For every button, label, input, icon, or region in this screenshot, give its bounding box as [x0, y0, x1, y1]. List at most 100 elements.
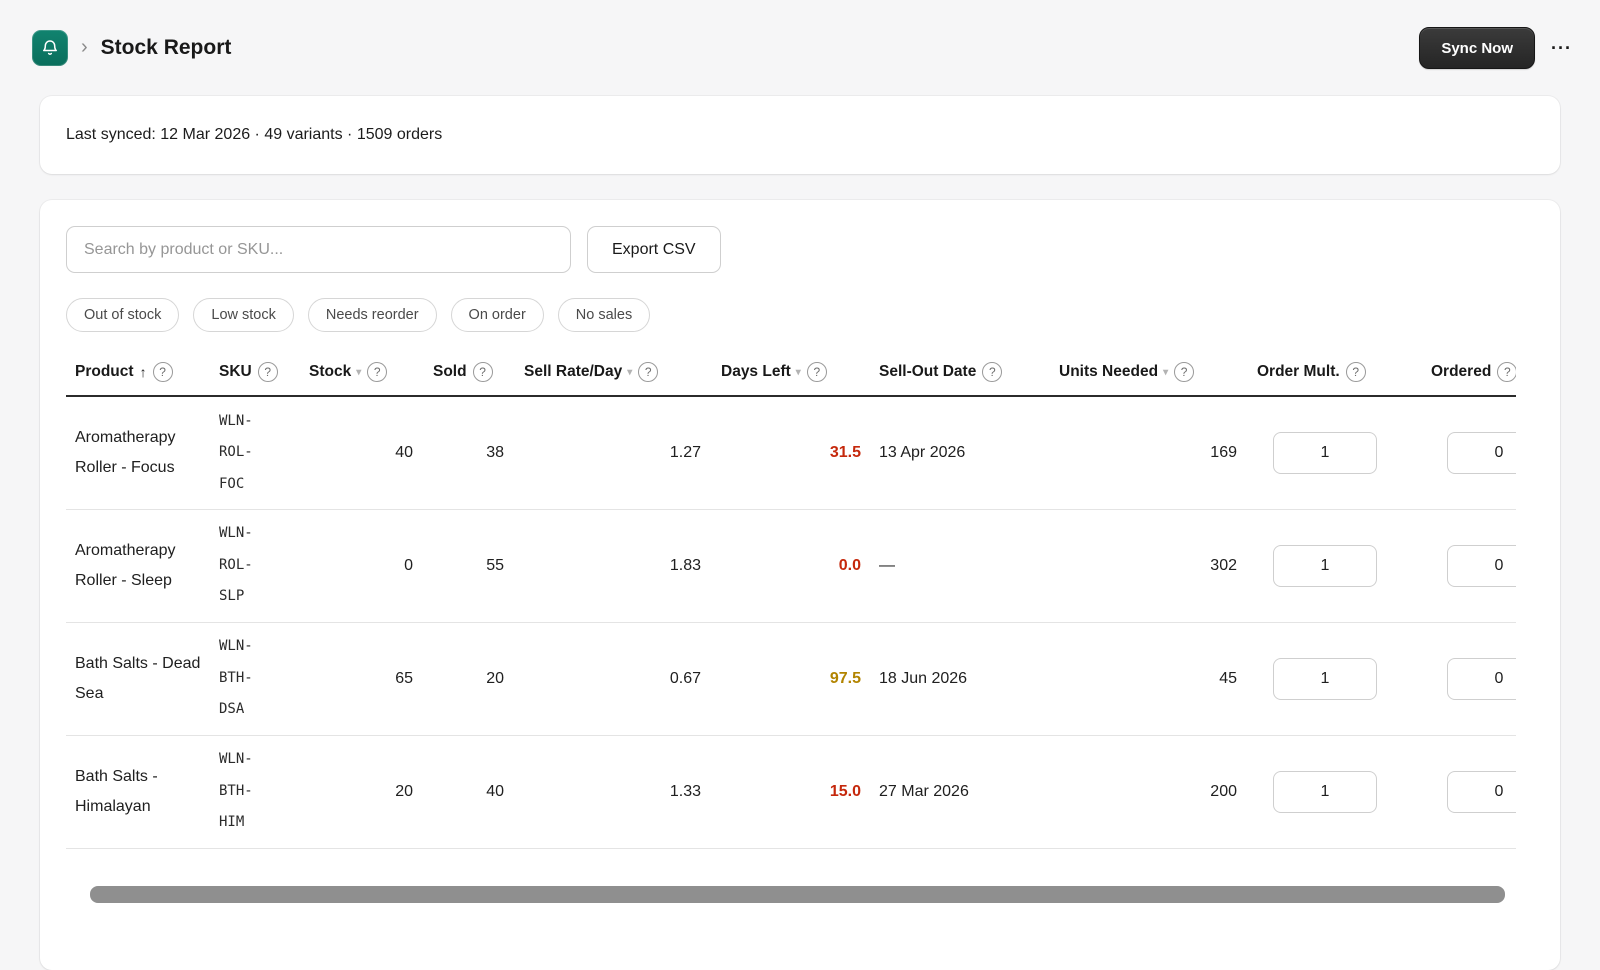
table-row: Bath Salts - Himalayan WLN-BTH-HIM 20 40… [66, 735, 1516, 849]
col-header-product[interactable]: Product ↑ ? [66, 352, 219, 397]
sell-out-date-value: — [879, 509, 1059, 623]
order-mult-input[interactable] [1273, 770, 1377, 813]
chevron-right-icon: › [81, 36, 88, 58]
table-row: Aromatherapy Roller - Focus WLN-ROL-FOC … [66, 396, 1516, 510]
horizontal-scrollbar[interactable] [90, 886, 1505, 903]
col-header-sold[interactable]: Sold ? [433, 352, 524, 397]
sort-caret-icon[interactable]: ▾ [796, 367, 801, 378]
table-row: Aromatherapy Roller - Sleep WLN-ROL-SLP … [66, 509, 1516, 623]
units-needed-value: 169 [1059, 396, 1257, 510]
sku-value: WLN-BTH-HIM [219, 735, 309, 849]
sort-caret-icon[interactable]: ▾ [627, 367, 632, 378]
table-row: Bath Salts - Dead Sea WLN-BTH-DSA 65 20 … [66, 622, 1516, 736]
help-icon[interactable]: ? [257, 362, 278, 382]
col-header-days-left[interactable]: Days Left ▾ ? [721, 352, 879, 397]
help-icon[interactable]: ? [1497, 362, 1516, 382]
col-label-stock: Stock [309, 363, 352, 380]
col-header-stock[interactable]: Stock ▾ ? [309, 352, 433, 397]
sold-value: 40 [433, 735, 524, 849]
col-label-order-mult: Order Mult. [1257, 363, 1340, 380]
days-left-value: 31.5 [721, 396, 879, 510]
last-synced-text: Last synced: 12 Mar 2026 · 49 variants ·… [66, 126, 443, 143]
stock-table-card: Export CSV Out of stock Low stock Needs … [40, 200, 1560, 970]
stock-value: 65 [309, 622, 433, 736]
sell-out-date-value: 13 Apr 2026 [879, 396, 1059, 510]
units-needed-value: 200 [1059, 735, 1257, 849]
overflow-menu-icon[interactable]: ··· [1551, 38, 1572, 59]
sort-asc-icon: ↑ [139, 364, 147, 380]
stock-value: 40 [309, 396, 433, 510]
filter-no-sales[interactable]: No sales [557, 298, 651, 332]
page-title: Stock Report [100, 36, 232, 59]
filter-low-stock[interactable]: Low stock [193, 298, 294, 332]
sell-out-date-value: 18 Jun 2026 [879, 622, 1059, 736]
sku-value: WLN-ROL-SLP [219, 509, 309, 623]
days-left-value: 0.0 [721, 509, 879, 623]
col-header-units-needed[interactable]: Units Needed ▾ ? [1059, 352, 1257, 397]
product-name: Bath Salts - Dead Sea [66, 622, 219, 736]
sold-value: 55 [433, 509, 524, 623]
stock-table-scroll-area[interactable]: Product ↑ ? SKU ? Stock ▾ ? Sold ? Sell … [66, 352, 1516, 849]
table-toolbar: Export CSV [66, 226, 1534, 273]
help-icon[interactable]: ? [472, 362, 493, 382]
help-icon[interactable]: ? [367, 362, 388, 382]
sell-out-date-value: 27 Mar 2026 [879, 735, 1059, 849]
breadcrumb: › Stock Report [32, 30, 231, 66]
app-icon[interactable] [32, 30, 68, 66]
bell-icon [40, 38, 60, 58]
topbar-actions: Sync Now ··· [1419, 27, 1572, 69]
order-mult-input[interactable] [1273, 544, 1377, 587]
col-label-sku: SKU [219, 363, 252, 380]
filter-pills: Out of stock Low stock Needs reorder On … [66, 298, 1534, 332]
help-icon[interactable]: ? [1174, 362, 1195, 382]
stock-value: 20 [309, 735, 433, 849]
filter-out-of-stock[interactable]: Out of stock [66, 298, 180, 332]
sku-value: WLN-BTH-DSA [219, 622, 309, 736]
col-label-days-left: Days Left [721, 363, 791, 380]
col-label-product: Product [75, 363, 134, 380]
col-header-order-mult[interactable]: Order Mult. ? [1257, 352, 1431, 397]
help-icon[interactable]: ? [638, 362, 659, 382]
stock-value: 0 [309, 509, 433, 623]
units-needed-value: 45 [1059, 622, 1257, 736]
col-header-sku[interactable]: SKU ? [219, 352, 309, 397]
sell-rate-value: 1.83 [524, 509, 721, 623]
order-mult-input[interactable] [1273, 431, 1377, 474]
help-icon[interactable]: ? [1345, 362, 1366, 382]
col-label-ordered: Ordered [1431, 363, 1492, 380]
days-left-value: 97.5 [721, 622, 879, 736]
sell-rate-value: 1.33 [524, 735, 721, 849]
product-name: Bath Salts - Himalayan [66, 735, 219, 849]
filter-needs-reorder[interactable]: Needs reorder [307, 298, 437, 332]
sort-caret-icon[interactable]: ▾ [356, 367, 361, 378]
col-header-sell-rate[interactable]: Sell Rate/Day ▾ ? [524, 352, 721, 397]
ordered-input[interactable] [1447, 544, 1516, 587]
col-label-sell-rate: Sell Rate/Day [524, 363, 623, 380]
help-icon[interactable]: ? [982, 362, 1003, 382]
ordered-input[interactable] [1447, 431, 1516, 474]
sort-caret-icon[interactable]: ▾ [1163, 367, 1168, 378]
ordered-input[interactable] [1447, 770, 1516, 813]
stock-table: Product ↑ ? SKU ? Stock ▾ ? Sold ? Sell … [66, 352, 1516, 849]
col-label-sell-out-date: Sell-Out Date [879, 363, 977, 380]
help-icon[interactable]: ? [806, 362, 827, 382]
sync-now-button[interactable]: Sync Now [1419, 27, 1536, 69]
col-label-sold: Sold [433, 363, 467, 380]
filter-on-order[interactable]: On order [450, 298, 544, 332]
header-row: Product ↑ ? SKU ? Stock ▾ ? Sold ? Sell … [66, 352, 1516, 397]
col-header-ordered[interactable]: Ordered ? [1431, 352, 1516, 397]
sold-value: 20 [433, 622, 524, 736]
topbar: › Stock Report Sync Now ··· [0, 0, 1600, 96]
days-left-value: 15.0 [721, 735, 879, 849]
col-header-sell-out-date[interactable]: Sell-Out Date ? [879, 352, 1059, 397]
product-name: Aromatherapy Roller - Sleep [66, 509, 219, 623]
help-icon[interactable]: ? [152, 362, 173, 382]
sell-rate-value: 0.67 [524, 622, 721, 736]
export-csv-button[interactable]: Export CSV [587, 226, 721, 273]
col-label-units-needed: Units Needed [1059, 363, 1159, 380]
product-name: Aromatherapy Roller - Focus [66, 396, 219, 510]
units-needed-value: 302 [1059, 509, 1257, 623]
search-input[interactable] [66, 226, 571, 273]
order-mult-input[interactable] [1273, 657, 1377, 700]
ordered-input[interactable] [1447, 657, 1516, 700]
